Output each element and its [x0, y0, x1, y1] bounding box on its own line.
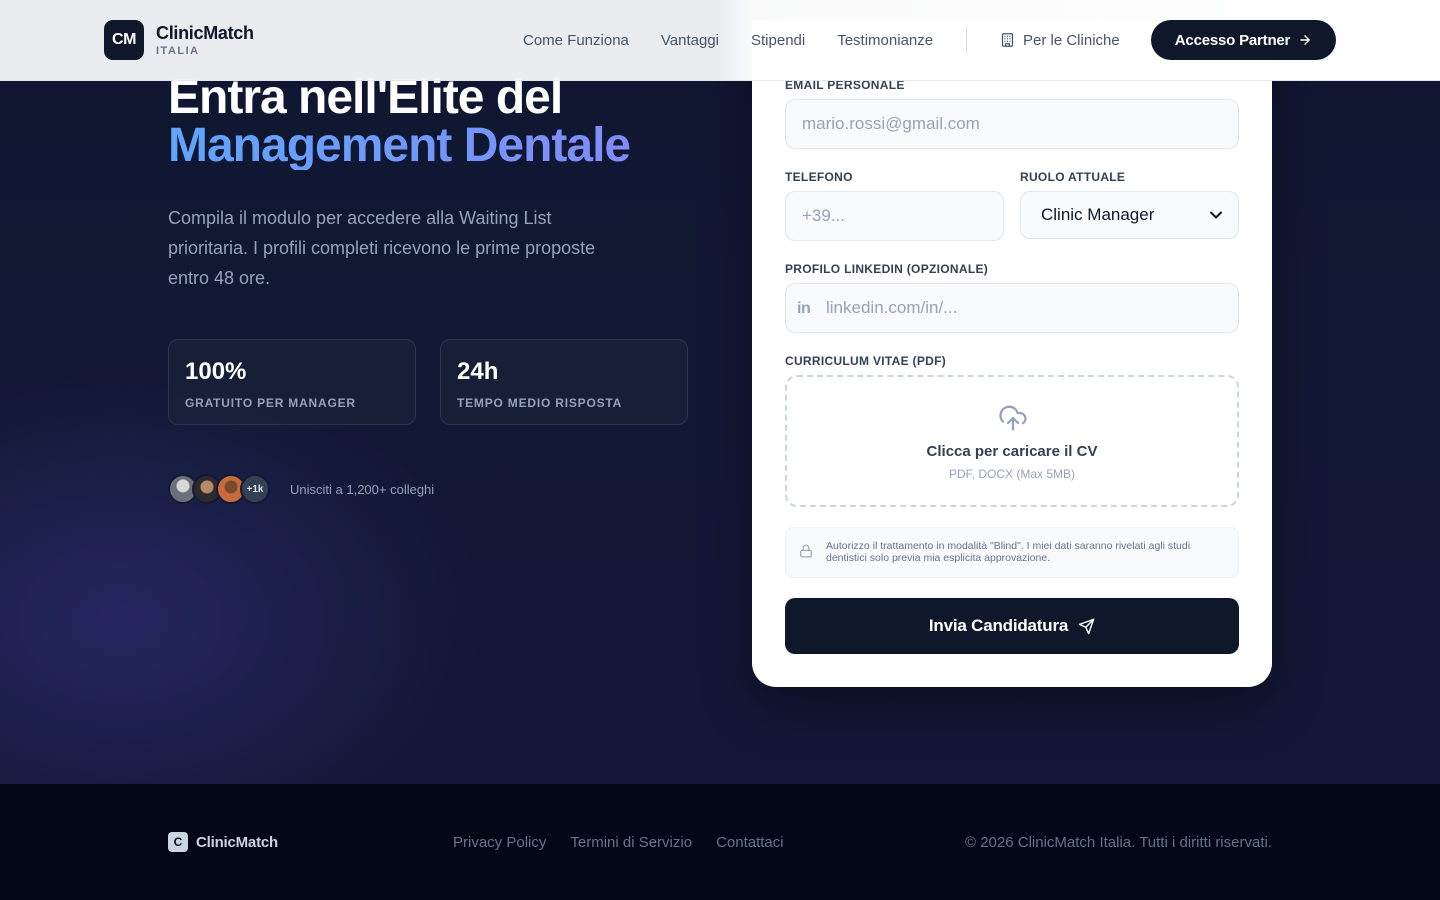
send-icon	[1078, 618, 1095, 634]
role-select-value: Clinic Manager	[1041, 205, 1155, 224]
brand-subtitle: ITALIA	[156, 45, 200, 57]
social-proof-text: Unisciti a 1,200+ colleghi	[290, 481, 435, 497]
footer-brand[interactable]: C ClinicMatch	[168, 832, 278, 852]
hero-description: Compila il modulo per accedere alla Wait…	[168, 208, 596, 288]
stat-label: GRATUITO PER MANAGER	[185, 396, 356, 410]
nav-link-clinics[interactable]: Per le Cliniche	[1000, 0, 1120, 80]
partner-login-button[interactable]: Accesso Partner	[1151, 20, 1336, 60]
role-label: RUOLO ATTUALE	[1020, 170, 1126, 184]
cv-label: CURRICULUM VITAE (PDF)	[785, 354, 947, 368]
stat-card-response-time: 24h TEMPO MEDIO RISPOSTA	[440, 339, 688, 425]
hero-section: Entra nell'Elite del Management Dentale …	[0, 0, 1440, 784]
stat-value: 100%	[185, 358, 247, 385]
footer-brand-name: ClinicMatch	[196, 833, 278, 851]
lock-icon	[800, 544, 812, 558]
hero-title-line1: Entra nell'Elite del	[168, 71, 563, 124]
stat-label: TEMPO MEDIO RISPOSTA	[457, 396, 623, 410]
chevron-down-icon	[1210, 211, 1222, 219]
nav-clinics-label: Per le Cliniche	[1023, 31, 1120, 49]
brand-logo: CM	[104, 20, 144, 60]
cloud-upload-icon	[999, 405, 1027, 431]
brand-name: ClinicMatch	[156, 23, 254, 43]
social-proof: +1k Unisciti a 1,200+ colleghi	[168, 474, 434, 504]
privacy-consent-note: Autorizzo il trattamento in modalità "Bl…	[785, 527, 1239, 578]
main-nav: Come Funziona Vantaggi Stipendi Testimon…	[523, 0, 965, 80]
arrow-right-icon	[1300, 35, 1310, 45]
top-navbar: CM ClinicMatch ITALIA Come Funziona Vant…	[0, 0, 1440, 81]
role-select[interactable]: Clinic Manager	[1020, 191, 1239, 239]
phone-input[interactable]	[785, 191, 1004, 241]
cv-upload-formats: PDF, DOCX (Max 5MB)	[948, 467, 1075, 481]
page-footer: C ClinicMatch Privacy Policy Termini di …	[0, 784, 1440, 900]
stat-card-free: 100% GRATUITO PER MANAGER	[168, 339, 416, 425]
footer-link-contact[interactable]: Contattaci	[716, 834, 784, 851]
consent-text: Autorizzo il trattamento in modalità "Bl…	[826, 540, 1191, 564]
application-form-card: EMAIL PERSONALE TELEFONO RUOLO ATTUALE C…	[752, 20, 1272, 687]
phone-label: TELEFONO	[785, 170, 853, 184]
nav-link-salaries[interactable]: Stipendi	[751, 32, 805, 49]
nav-link-benefits[interactable]: Vantaggi	[661, 32, 719, 49]
footer-link-terms[interactable]: Termini di Servizio	[570, 834, 692, 851]
linkedin-label: PROFILO LINKEDIN (OPZIONALE)	[785, 262, 989, 276]
building-icon	[1001, 33, 1014, 47]
cv-upload-dropzone[interactable]: Clicca per caricare il CV PDF, DOCX (Max…	[785, 375, 1239, 507]
email-input[interactable]	[785, 99, 1239, 149]
submit-application-button[interactable]: Invia Candidatura	[785, 598, 1239, 654]
linkedin-input[interactable]	[785, 283, 1239, 333]
partner-login-label: Accesso Partner	[1174, 31, 1291, 49]
hero-title: Entra nell'Elite del Management Dentale	[168, 71, 631, 172]
submit-label: Invia Candidatura	[928, 616, 1069, 635]
nav-link-testimonials[interactable]: Testimonianze	[837, 32, 933, 49]
footer-link-privacy[interactable]: Privacy Policy	[453, 834, 546, 851]
avatar-more-count: +1k	[240, 474, 270, 504]
hero-title-line2: Management Dentale	[168, 119, 631, 172]
cv-upload-title: Clicca per caricare il CV	[926, 443, 1098, 460]
stat-value: 24h	[457, 358, 499, 385]
nav-link-how-it-works[interactable]: Come Funziona	[523, 32, 629, 49]
footer-links: Privacy Policy Termini di Servizio Conta…	[453, 834, 808, 851]
footer-logo: C	[168, 832, 188, 852]
linkedin-icon: in	[797, 300, 811, 317]
brand[interactable]: CM ClinicMatch ITALIA	[104, 20, 254, 60]
copyright-text: © 2026 ClinicMatch Italia. Tutti i dirit…	[965, 834, 1272, 851]
nav-divider	[966, 28, 967, 52]
